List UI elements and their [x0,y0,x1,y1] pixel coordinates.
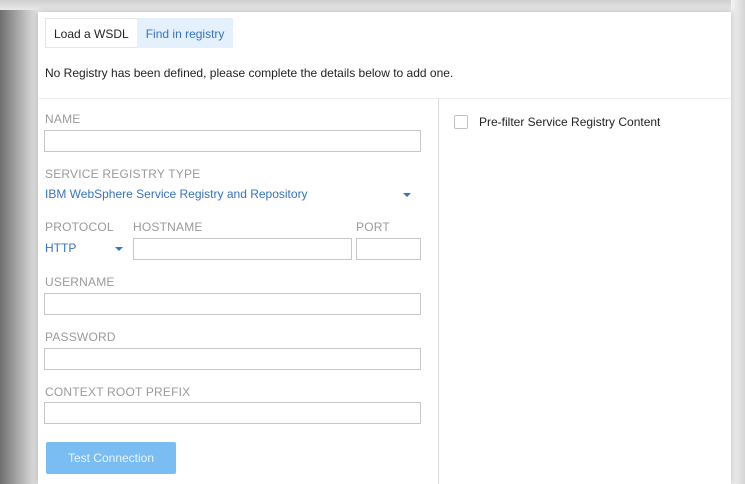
tab-bar: Load a WSDL Find in registry [45,18,234,48]
prefilter-label[interactable]: Pre-filter Service Registry Content [479,115,660,129]
port-label: PORT [356,220,390,234]
tab-find-in-registry[interactable]: Find in registry [136,18,234,48]
registry-type-select[interactable]: IBM WebSphere Service Registry and Repos… [45,187,421,203]
protocol-value: HTTP [45,241,77,255]
username-input[interactable] [44,293,421,315]
port-input[interactable] [356,238,421,260]
hostname-label: HOSTNAME [133,220,203,234]
context-root-label: CONTEXT ROOT PREFIX [45,385,191,399]
backdrop [0,0,745,10]
name-input[interactable] [44,130,421,152]
username-label: USERNAME [45,275,115,289]
registry-dialog: Load a WSDL Find in registry No Registry… [38,12,731,484]
hostname-input[interactable] [133,238,352,260]
column-divider [438,98,439,484]
protocol-select[interactable]: HTTP [45,241,131,257]
no-registry-notice: No Registry has been defined, please com… [45,66,454,80]
registry-type-value: IBM WebSphere Service Registry and Repos… [45,187,308,201]
registry-type-label: SERVICE REGISTRY TYPE [45,167,201,181]
protocol-label: PROTOCOL [45,220,114,234]
tab-load-wsdl[interactable]: Load a WSDL [45,18,137,48]
chevron-down-icon [115,247,123,251]
divider [38,98,731,99]
test-connection-button[interactable]: Test Connection [46,442,176,474]
name-label: NAME [45,112,81,126]
chevron-down-icon [403,193,411,197]
backdrop-edge [731,0,745,484]
context-root-input[interactable] [44,402,421,424]
prefilter-checkbox[interactable] [454,115,468,129]
password-input[interactable] [44,348,421,370]
password-label: PASSWORD [45,330,116,344]
